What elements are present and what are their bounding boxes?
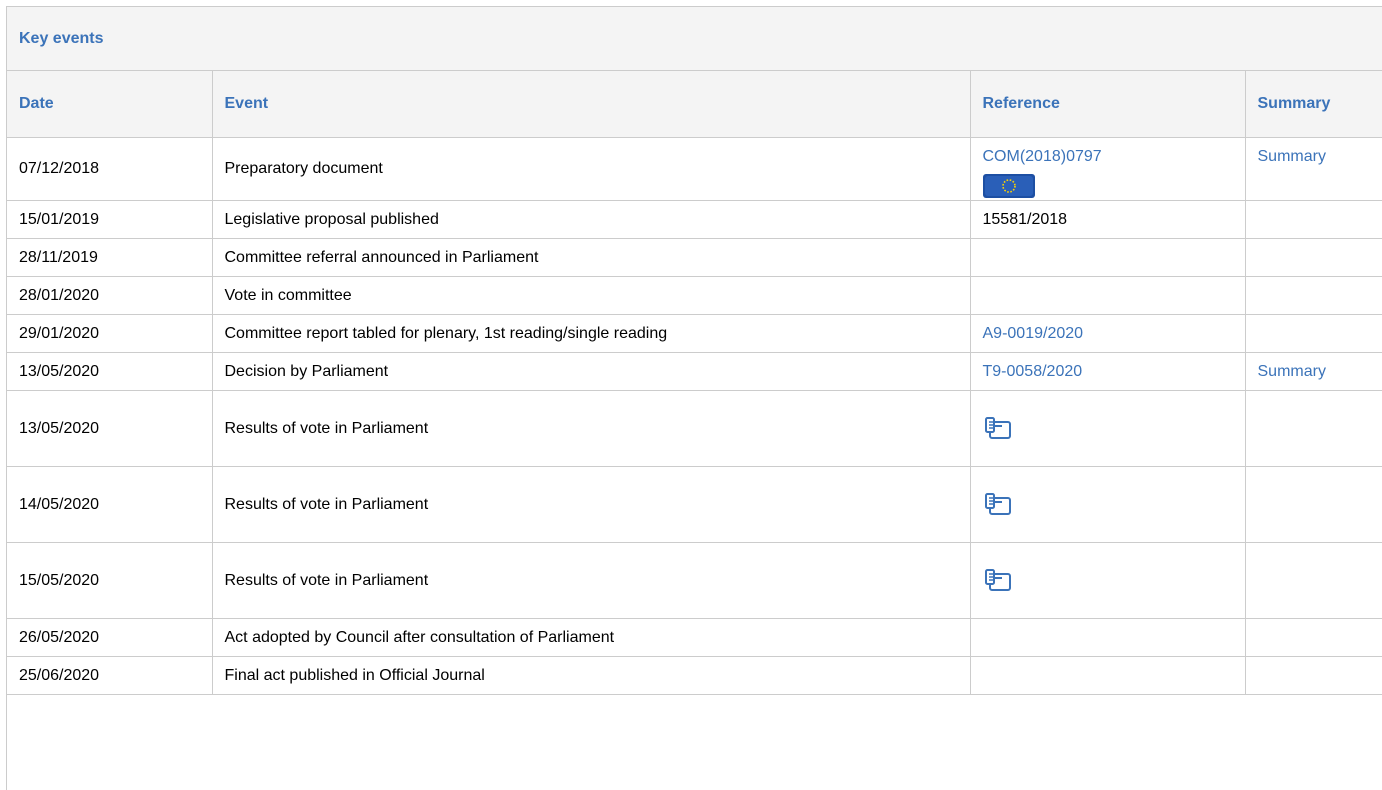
table-row: 25/06/2020 Final act published in Offici… <box>7 656 1382 695</box>
row-event: Act adopted by Council after consultatio… <box>212 618 971 657</box>
vote-results-icon[interactable] <box>983 568 1013 594</box>
row-event: Decision by Parliament <box>212 352 971 391</box>
row-reference-cell <box>970 656 1246 695</box>
column-header-summary: Summary <box>1245 71 1382 138</box>
row-date: 29/01/2020 <box>7 314 213 353</box>
row-event: Results of vote in Parliament <box>212 466 971 543</box>
table-row: 29/01/2020 Committee report tabled for p… <box>7 314 1382 353</box>
row-reference-cell <box>970 238 1246 277</box>
row-summary-cell <box>1245 390 1382 467</box>
row-summary-cell <box>1245 542 1382 619</box>
row-summary-cell <box>1245 466 1382 543</box>
reference-link[interactable]: COM(2018)0797 <box>983 148 1102 165</box>
panel-header: Key events <box>7 7 1382 71</box>
row-date: 07/12/2018 <box>7 137 213 201</box>
row-event: Results of vote in Parliament <box>212 390 971 467</box>
table-header-row: Date Event Reference Summary <box>7 71 1382 138</box>
row-event: Vote in committee <box>212 276 971 315</box>
summary-link[interactable]: Summary <box>1258 148 1326 165</box>
row-date: 15/01/2019 <box>7 200 213 239</box>
table-row: 15/05/2020 Results of vote in Parliament <box>7 542 1382 619</box>
table-row: 28/11/2019 Committee referral announced … <box>7 238 1382 277</box>
panel-title: Key events <box>19 29 104 47</box>
row-reference-cell <box>970 542 1246 619</box>
row-date: 13/05/2020 <box>7 352 213 391</box>
table-row: 15/01/2019 Legislative proposal publishe… <box>7 200 1382 239</box>
row-summary-cell <box>1245 238 1382 277</box>
key-events-table: Date Event Reference Summary 07/12/2018 … <box>7 71 1382 695</box>
row-date: 15/05/2020 <box>7 542 213 619</box>
row-event: Committee referral announced in Parliame… <box>212 238 971 277</box>
column-header-event: Event <box>212 71 971 138</box>
row-event: Final act published in Official Journal <box>212 656 971 695</box>
table-row: 13/05/2020 Decision by Parliament T9-005… <box>7 352 1382 391</box>
row-summary-cell <box>1245 276 1382 315</box>
row-summary-cell <box>1245 618 1382 657</box>
row-summary-cell: Summary <box>1245 137 1382 201</box>
table-row: 14/05/2020 Results of vote in Parliament <box>7 466 1382 543</box>
row-reference-cell <box>970 466 1246 543</box>
vote-results-icon[interactable] <box>983 416 1013 442</box>
reference-link[interactable]: T9-0058/2020 <box>983 363 1083 380</box>
column-header-date: Date <box>7 71 213 138</box>
table-row: 26/05/2020 Act adopted by Council after … <box>7 618 1382 657</box>
row-date: 13/05/2020 <box>7 390 213 467</box>
vote-results-icon[interactable] <box>983 492 1013 518</box>
reference-link[interactable]: A9-0019/2020 <box>983 325 1084 342</box>
row-date: 25/06/2020 <box>7 656 213 695</box>
row-event: Committee report tabled for plenary, 1st… <box>212 314 971 353</box>
row-summary-cell: Summary <box>1245 352 1382 391</box>
row-reference: 15581/2018 <box>970 200 1246 239</box>
row-event: Legislative proposal published <box>212 200 971 239</box>
row-summary-cell <box>1245 200 1382 239</box>
table-row: 13/05/2020 Results of vote in Parliament <box>7 390 1382 467</box>
table-row: 28/01/2020 Vote in committee <box>7 276 1382 315</box>
row-reference-cell <box>970 390 1246 467</box>
row-summary-cell <box>1245 314 1382 353</box>
summary-link[interactable]: Summary <box>1258 363 1326 380</box>
eu-flag-icon[interactable] <box>982 174 1035 198</box>
row-date: 28/11/2019 <box>7 238 213 277</box>
row-event: Results of vote in Parliament <box>212 542 971 619</box>
column-header-reference: Reference <box>970 71 1246 138</box>
row-reference-cell: A9-0019/2020 <box>970 314 1246 353</box>
row-reference-cell: COM(2018)0797 <box>970 137 1246 201</box>
table-row: 07/12/2018 Preparatory document COM(2018… <box>7 137 1382 201</box>
row-summary-cell <box>1245 656 1382 695</box>
row-event: Preparatory document <box>212 137 971 201</box>
row-date: 14/05/2020 <box>7 466 213 543</box>
row-date: 28/01/2020 <box>7 276 213 315</box>
key-events-panel: Key events Date Event Reference Summary … <box>6 6 1382 790</box>
row-reference-cell <box>970 618 1246 657</box>
row-reference-cell <box>970 276 1246 315</box>
row-reference-cell: T9-0058/2020 <box>970 352 1246 391</box>
row-date: 26/05/2020 <box>7 618 213 657</box>
